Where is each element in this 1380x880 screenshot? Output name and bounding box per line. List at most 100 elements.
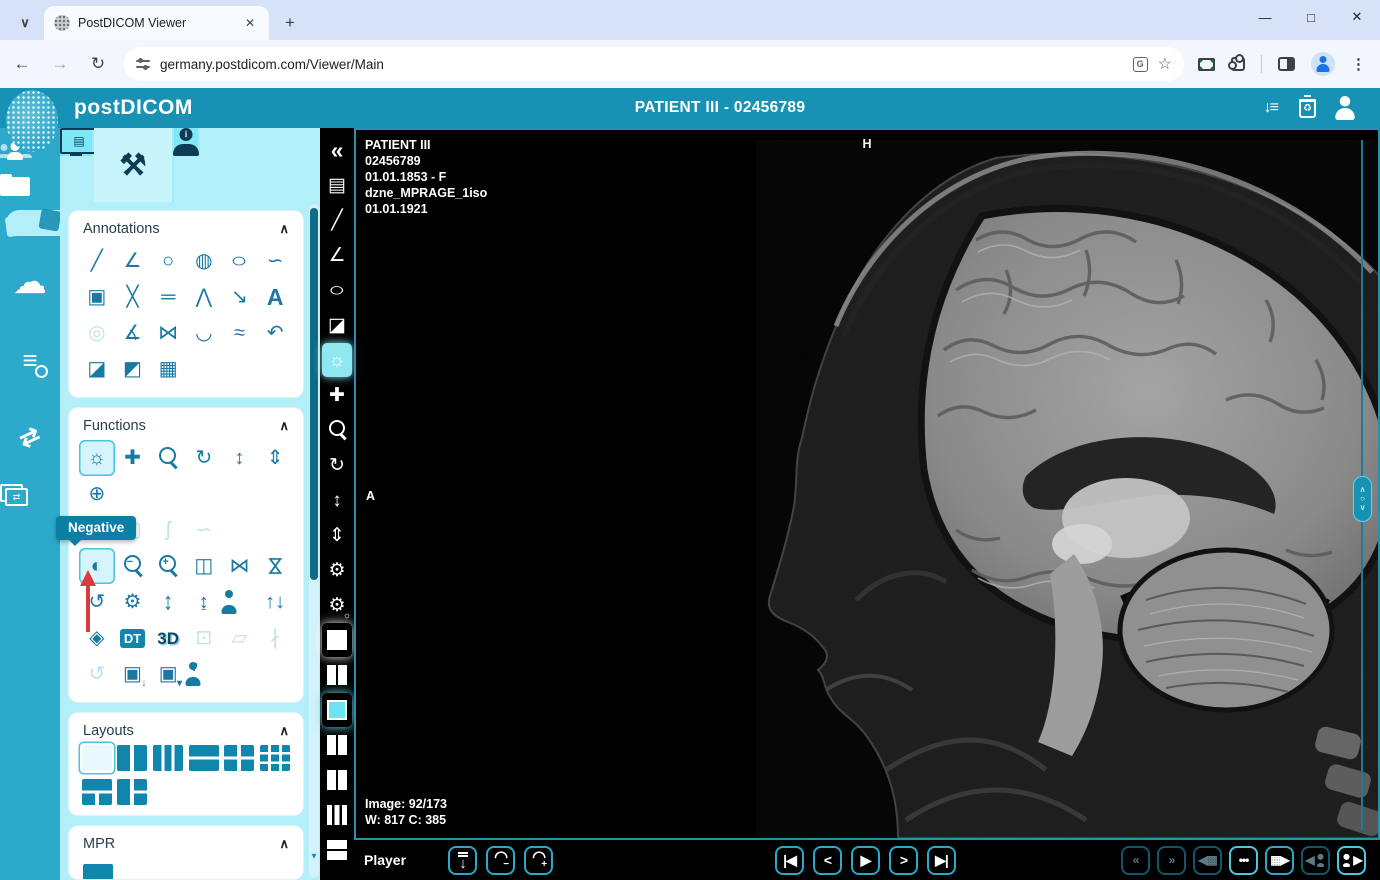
save-image-icon[interactable]: ▣ ▾ xyxy=(150,656,186,692)
reload-button[interactable]: ↻ xyxy=(82,48,114,80)
site-info-icon[interactable] xyxy=(136,58,150,70)
expand-vertical-icon[interactable]: ↕ xyxy=(150,584,186,620)
mirror-vertical-icon[interactable]: ⋈ xyxy=(257,548,293,584)
recycle-bin-icon[interactable]: ♻ xyxy=(1299,94,1316,118)
speed-up-button[interactable]: ◠ + xyxy=(524,845,554,875)
next-series-button[interactable]: » xyxy=(1157,845,1186,875)
zoom-icon[interactable] xyxy=(150,440,186,476)
sidebar-item-studies[interactable] xyxy=(6,210,60,236)
stack-scroll-icon[interactable]: ⇕ xyxy=(257,440,293,476)
extensions-icon[interactable] xyxy=(1228,54,1245,71)
scroll-vertical-icon[interactable]: ↕ xyxy=(222,440,258,476)
circle-roi-icon[interactable]: ○ xyxy=(150,243,186,279)
layout-2x1-icon[interactable] xyxy=(322,833,352,867)
collapse-annotations-icon[interactable]: ∧ xyxy=(279,221,289,237)
window-level-icon[interactable]: ☼ xyxy=(322,343,352,377)
sidebar-item-worklist-search[interactable]: ≡ xyxy=(0,328,60,392)
report-view-icon[interactable]: ▤ xyxy=(322,168,352,202)
layout-1x2[interactable] xyxy=(117,745,148,771)
layout-1-left-2-right-icon[interactable] xyxy=(322,763,352,797)
spline-icon[interactable]: ≈ xyxy=(222,315,258,351)
pan-icon[interactable]: ✚ xyxy=(115,440,151,476)
back-button[interactable]: ← xyxy=(6,48,38,80)
pan-icon[interactable]: ✚ xyxy=(322,378,352,412)
rectangle-roi-icon[interactable]: ▣ xyxy=(79,279,115,315)
zoom-icon[interactable] xyxy=(322,413,352,447)
maximize-button[interactable]: □ xyxy=(1288,0,1334,34)
ruler-icon[interactable]: ╱ xyxy=(322,203,352,237)
window-settings-icon[interactable]: ⚙ ☼ xyxy=(322,588,352,622)
tab-search-icon[interactable]: ∨ xyxy=(12,10,38,36)
image-viewport[interactable]: PATIENT III 02456789 01.01.1853 - F dzne… xyxy=(354,128,1380,840)
shaded-circle-roi-icon[interactable]: ◍ xyxy=(186,243,222,279)
mirror-horizontal-icon[interactable]: ⋈ xyxy=(222,548,258,584)
shrink-vertical-icon[interactable]: ↨ xyxy=(186,584,222,620)
lasso-undo-icon[interactable]: ↺ xyxy=(79,656,115,692)
collapse-functions-icon[interactable]: ∧ xyxy=(279,418,289,434)
layout-2x2-icon[interactable] xyxy=(322,728,352,762)
active-viewport-icon[interactable] xyxy=(322,693,352,727)
arrow-annotation-icon[interactable]: ↘ xyxy=(222,279,258,315)
panel-scrollbar[interactable]: ▾ xyxy=(309,204,319,878)
zoom-out-icon[interactable]: − xyxy=(115,548,151,584)
layout-1-left-2-right[interactable] xyxy=(117,779,148,805)
next-patient-button[interactable]: ▶ xyxy=(1337,845,1366,875)
download-queue-icon[interactable]: ↓≡ xyxy=(1264,99,1279,117)
rotate-settings-icon[interactable]: ⚙ xyxy=(115,584,151,620)
erase-annotation-icon[interactable]: ◪ xyxy=(79,351,115,387)
cine-settings-icon[interactable]: ⚙ xyxy=(322,553,352,587)
threed-icon[interactable]: 3D xyxy=(150,620,186,656)
collapse-panel-icon[interactable]: « xyxy=(322,133,352,167)
translate-icon[interactable]: G xyxy=(1132,56,1148,72)
collapse-layouts-icon[interactable]: ∧ xyxy=(279,723,289,739)
tab-viewer-settings[interactable] xyxy=(60,128,98,156)
layout-3x3[interactable] xyxy=(260,745,291,771)
flip-horizontal-icon[interactable]: ◫ xyxy=(186,548,222,584)
cine-mode-button[interactable]: ↓ xyxy=(448,845,478,875)
scrollbar-thumb[interactable] xyxy=(310,208,318,580)
sidebar-item-folders[interactable] xyxy=(0,174,30,196)
first-image-button[interactable]: |◀ xyxy=(775,845,804,875)
open-angle-icon[interactable]: ∡ xyxy=(115,315,151,351)
chrome-menu-icon[interactable]: ⋮ xyxy=(1351,55,1366,73)
closed-freehand-icon[interactable]: ◡ xyxy=(186,315,222,351)
play-button[interactable]: ▶ xyxy=(851,845,880,875)
sort-order-icon[interactable]: ↑↓ xyxy=(257,584,293,620)
sidebar-item-cloud-upload[interactable]: ☁ ↑ xyxy=(0,250,60,314)
rotate-icon[interactable]: ↻ xyxy=(186,440,222,476)
export-image-icon[interactable]: ▣ ↓ xyxy=(115,656,151,692)
angle-icon[interactable]: ∠ xyxy=(115,243,151,279)
address-bar[interactable]: germany.postdicom.com/Viewer/Main G ☆ xyxy=(124,47,1184,81)
patient-unknown-icon[interactable]: ? xyxy=(186,656,200,692)
previous-image-button[interactable]: < xyxy=(813,845,842,875)
layout-1x1[interactable] xyxy=(81,745,112,771)
minimize-button[interactable]: — xyxy=(1242,0,1288,34)
stack-scrollbar-handle[interactable]: ∧ ○ ∨ xyxy=(1353,476,1372,522)
undo-annotation-icon[interactable]: ↶ xyxy=(257,315,293,351)
rotate-icon[interactable]: ↻ xyxy=(322,448,352,482)
freehand-roi-icon[interactable]: ∽ xyxy=(257,243,293,279)
layout-1x3-icon[interactable] xyxy=(322,798,352,832)
bone-removal-icon[interactable]: ʃ xyxy=(150,512,186,548)
collapse-mpr-icon[interactable]: ∧ xyxy=(279,836,289,852)
text-annotation-icon[interactable]: A xyxy=(257,279,293,315)
erase-all-annotations-icon[interactable]: ◩ xyxy=(115,351,151,387)
crop-icon[interactable]: ⊡ xyxy=(186,620,222,656)
side-panel-icon[interactable] xyxy=(1278,57,1295,71)
ellipse-roi-icon[interactable]: ○ xyxy=(322,273,352,307)
bookmark-star-icon[interactable]: ☆ xyxy=(1158,54,1172,74)
patient-orientation-icon[interactable] xyxy=(222,584,236,620)
sidebar-item-sync[interactable]: ⇄ xyxy=(0,406,60,470)
window-level-icon[interactable]: ☼ xyxy=(79,440,115,476)
scroll-down-icon[interactable]: ▾ xyxy=(309,851,319,862)
layout-2x2[interactable] xyxy=(224,745,255,771)
previous-patient-button[interactable]: ◀ xyxy=(1301,845,1330,875)
scroll-vertical-icon[interactable]: ↕ xyxy=(322,483,352,517)
freehand-crop-icon[interactable]: ∽ xyxy=(186,512,222,548)
speed-down-button[interactable]: ◠ − xyxy=(486,845,516,875)
angle-icon[interactable]: ∠ xyxy=(322,238,352,272)
repair-icon[interactable]: ∤ xyxy=(257,620,293,656)
parallel-lines-icon[interactable]: ═ xyxy=(150,279,186,315)
eraser-icon[interactable]: ◪ xyxy=(322,308,352,342)
previous-layout-button[interactable]: ◀▦ xyxy=(1193,845,1222,875)
